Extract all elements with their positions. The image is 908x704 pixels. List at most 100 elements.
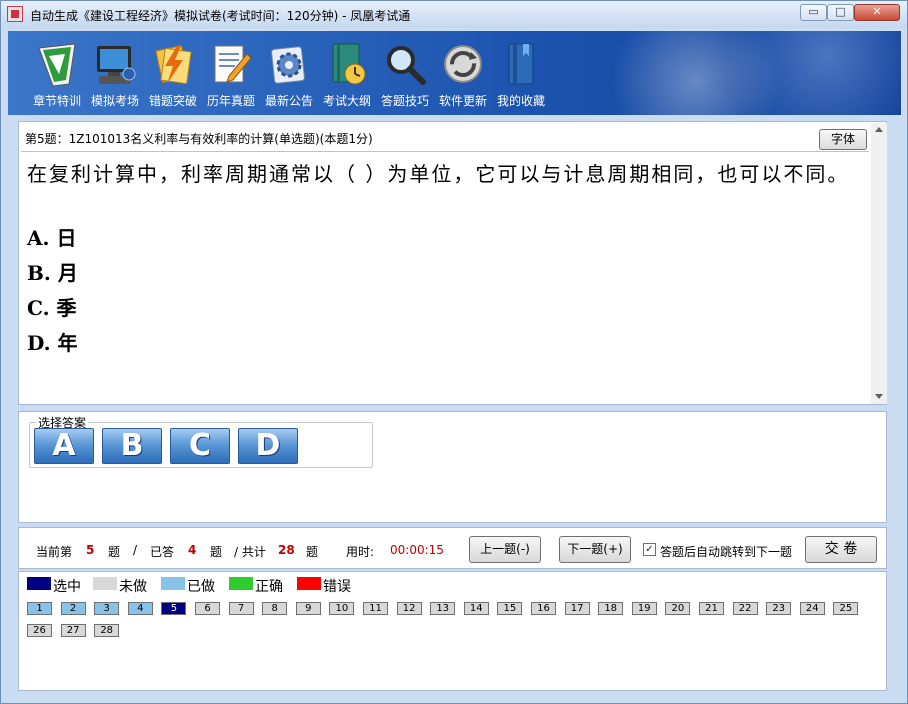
- toolbar-answer-tips[interactable]: 答题技巧: [376, 40, 434, 112]
- elapsed-time: 00:00:15: [390, 543, 444, 557]
- main-toolbar: 章节特训 模拟考场 错题突破 历年真题 最新公告 考试大纲 答题技巧 软件更新 …: [8, 31, 901, 115]
- question-number-button[interactable]: 7: [228, 602, 254, 615]
- answered-label: 已答: [150, 545, 175, 559]
- maximize-button[interactable]: □: [827, 4, 854, 21]
- option-a: A. 日: [27, 226, 77, 250]
- legend-label: 选中: [53, 579, 81, 595]
- question-number-button[interactable]: 13: [430, 602, 456, 615]
- total-count: 28: [278, 543, 295, 557]
- scroll-up-icon[interactable]: [875, 127, 883, 132]
- question-panel: 第5题：1Z101013名义利率与有效利率的计算(单选题)(本题1分) 字体 在…: [18, 121, 887, 405]
- auto-jump-checkbox[interactable]: ✓: [643, 543, 656, 556]
- legend-swatch: [27, 577, 51, 590]
- question-number-button[interactable]: 14: [463, 602, 489, 615]
- question-number-button[interactable]: 21: [699, 602, 724, 615]
- option-c: C. 季: [27, 296, 77, 320]
- answer-group: 选择答案 A B C D: [29, 414, 373, 468]
- scroll-down-icon[interactable]: [875, 394, 883, 399]
- lightning-icon: [155, 45, 192, 85]
- question-number-button[interactable]: 9: [295, 602, 321, 615]
- legend-swatch: [93, 577, 117, 590]
- legend-swatch: [229, 577, 253, 590]
- toolbar-mock-exam[interactable]: 模拟考场: [86, 40, 144, 112]
- question-number-button[interactable]: 20: [665, 602, 691, 615]
- question-number-button[interactable]: 12: [396, 602, 422, 615]
- status-panel: 当前第 5 题 / 已答 4 题 / 共计 28 题 用时: 00:00:15 …: [18, 527, 887, 569]
- question-number-button[interactable]: 19: [631, 602, 657, 615]
- question-number-button[interactable]: 23: [766, 602, 792, 615]
- answer-button-b[interactable]: B: [102, 428, 162, 464]
- question-text: 在复利计算中，利率周期通常以（ ）为单位，它可以与计息周期相同，也可以不同。: [27, 162, 850, 186]
- magnifier-icon: [387, 46, 426, 85]
- toolbar-chapter-training[interactable]: 章节特训: [28, 40, 86, 112]
- question-number-button[interactable]: 28: [94, 624, 120, 637]
- question-number-button[interactable]: 24: [799, 602, 825, 615]
- bookmark-book-icon: [508, 43, 534, 85]
- toolbar-announcements[interactable]: 最新公告: [260, 40, 318, 112]
- question-header: 第5题：1Z101013名义利率与有效利率的计算(单选题)(本题1分): [25, 132, 373, 146]
- divider: [21, 151, 869, 152]
- toolbar-decoration: [608, 31, 901, 115]
- toolbar-exam-syllabus[interactable]: 考试大纲: [318, 40, 376, 112]
- answer-button-d[interactable]: D: [238, 428, 298, 464]
- font-button[interactable]: 字体: [819, 129, 867, 150]
- question-number-button[interactable]: 11: [363, 602, 388, 615]
- toolbar-item-label: 我的收藏: [496, 94, 545, 108]
- submit-button[interactable]: 交 卷: [805, 536, 877, 563]
- total-label: / 共计: [234, 545, 266, 559]
- next-question-button[interactable]: 下一题(+): [559, 536, 631, 563]
- question-navigator: 选中 未做 已做 正确 错误 1 2 3 4 5 6 7 8 9 10 11 12 13 14 15 16 17 18 19…: [18, 571, 887, 691]
- toolbar-software-update[interactable]: 软件更新: [434, 40, 492, 112]
- question-number-button[interactable]: 16: [531, 602, 556, 615]
- question-number-button[interactable]: 2: [60, 602, 86, 615]
- current-suffix: 题: [108, 545, 121, 559]
- app-window: 自动生成《建设工程经济》模拟试卷(考试时间：120分钟) - 凤凰考试通 ▭ □…: [0, 0, 908, 704]
- legend-label: 错误: [323, 579, 351, 595]
- toolbar-wrong-questions[interactable]: 错题突破: [144, 40, 202, 112]
- question-number-button[interactable]: 26: [27, 624, 52, 637]
- question-number-button[interactable]: 25: [833, 602, 859, 615]
- question-number-button[interactable]: 3: [94, 602, 120, 615]
- answered-count: 4: [188, 543, 197, 557]
- toolbar-past-exams[interactable]: 历年真题: [202, 40, 260, 112]
- question-number-button[interactable]: 15: [497, 602, 523, 615]
- option-d: D. 年: [27, 331, 78, 355]
- legend-swatch: [297, 577, 321, 590]
- question-number-button[interactable]: 10: [329, 602, 355, 615]
- question-number-button[interactable]: 18: [598, 602, 624, 615]
- auto-jump-label: 答题后自动跳转到下一题: [660, 545, 793, 559]
- current-label: 当前第: [36, 545, 73, 559]
- answered-suffix: 题: [210, 545, 223, 559]
- question-number-button[interactable]: 6: [195, 602, 220, 615]
- legend-swatch: [161, 577, 185, 590]
- question-number-button[interactable]: 5: [161, 602, 187, 615]
- current-question-number: 5: [86, 543, 95, 557]
- certificate-icon: [38, 43, 76, 87]
- title-bar: 自动生成《建设工程经济》模拟试卷(考试时间：120分钟) - 凤凰考试通 ▭ □…: [1, 1, 907, 28]
- question-scrollbar[interactable]: [871, 123, 887, 404]
- computer-icon: [97, 46, 136, 84]
- answer-button-c[interactable]: C: [170, 428, 230, 464]
- minimize-button[interactable]: ▭: [800, 4, 827, 21]
- question-number-button[interactable]: 1: [27, 602, 52, 615]
- refresh-icon: [444, 45, 482, 83]
- question-number-button[interactable]: 27: [60, 624, 86, 637]
- separator: /: [133, 543, 138, 557]
- gear-icon: [271, 46, 305, 84]
- legend-label: 未做: [119, 579, 147, 595]
- document-edit-icon: [214, 45, 252, 83]
- answer-panel: 选择答案 A B C D: [18, 411, 887, 523]
- question-number-button[interactable]: 8: [262, 602, 288, 615]
- toolbar-my-favorites[interactable]: 我的收藏: [492, 40, 550, 112]
- question-number-button[interactable]: 4: [127, 602, 153, 615]
- window-title: 自动生成《建设工程经济》模拟试卷(考试时间：120分钟) - 凤凰考试通: [30, 9, 411, 23]
- legend-label: 正确: [255, 579, 283, 595]
- total-suffix: 题: [306, 545, 319, 559]
- time-label: 用时:: [346, 545, 375, 559]
- close-button[interactable]: ✕: [854, 4, 900, 21]
- answer-button-a[interactable]: A: [34, 428, 94, 464]
- question-number-button[interactable]: 17: [564, 602, 590, 615]
- app-logo-icon: [7, 6, 23, 22]
- prev-question-button[interactable]: 上一题(-): [469, 536, 541, 563]
- question-number-button[interactable]: 22: [732, 602, 758, 615]
